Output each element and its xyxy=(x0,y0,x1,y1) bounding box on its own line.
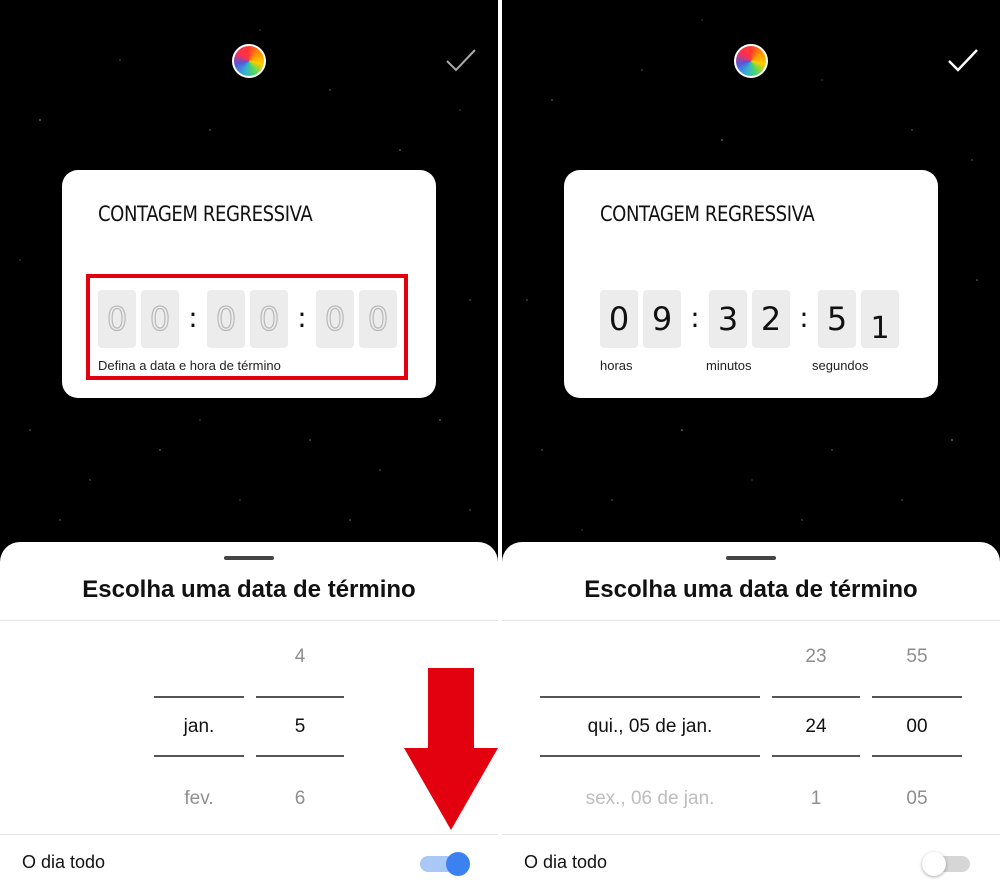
arrow-down-icon xyxy=(404,668,498,830)
day-prev: 4 xyxy=(294,646,306,667)
minute-next: 05 xyxy=(906,788,928,809)
digit: 1 xyxy=(861,290,899,348)
day-selected: 5 xyxy=(294,716,306,737)
toggle-knob xyxy=(922,852,946,876)
wheel-line xyxy=(540,755,760,757)
wheel-line xyxy=(772,696,860,698)
countdown-units: horas minutos segundos xyxy=(600,358,900,374)
wheel-line xyxy=(872,755,962,757)
colon-separator: : xyxy=(690,300,700,334)
checkmark-icon[interactable] xyxy=(946,46,980,74)
countdown-digits: 0 9 : 3 2 : 5 1 xyxy=(600,290,904,348)
month-selected: jan. xyxy=(183,716,215,737)
day-next: 6 xyxy=(294,788,306,809)
minute-selected: 00 xyxy=(906,716,928,737)
red-highlight-box xyxy=(86,274,408,380)
checkmark-icon[interactable] xyxy=(444,46,478,74)
divider xyxy=(0,834,498,835)
end-date-sheet: Escolha uma data de término qui., 05 de … xyxy=(502,542,1000,885)
digit: 5 xyxy=(818,290,856,348)
wheel-line xyxy=(154,755,244,757)
month-next: fev. xyxy=(184,788,214,809)
all-day-label: O dia todo xyxy=(22,852,106,872)
all-day-toggle[interactable] xyxy=(922,850,974,876)
date-next: sex., 06 de jan. xyxy=(585,788,715,809)
wheel-line xyxy=(772,755,860,757)
colon-separator: : xyxy=(799,300,809,334)
minute-prev: 55 xyxy=(906,646,928,667)
all-day-label: O dia todo xyxy=(524,852,608,872)
digit: 2 xyxy=(752,290,790,348)
divider xyxy=(502,834,1000,835)
divider xyxy=(0,620,498,621)
seconds-label: segundos xyxy=(812,358,869,373)
all-day-toggle[interactable] xyxy=(420,850,472,876)
color-wheel-icon[interactable] xyxy=(232,44,266,78)
digit: 9 xyxy=(643,290,681,348)
wheel-line xyxy=(256,696,344,698)
minutes-label: minutos xyxy=(706,358,752,373)
card-title: CONTAGEM REGRESSIVA xyxy=(98,202,313,226)
card-title: CONTAGEM REGRESSIVA xyxy=(600,202,815,226)
wheel-line xyxy=(872,696,962,698)
digit: 0 xyxy=(600,290,638,348)
hours-label: horas xyxy=(600,358,633,373)
wheel-line xyxy=(540,696,760,698)
hour-prev: 23 xyxy=(805,646,827,667)
wheel-line xyxy=(256,755,344,757)
date-selected: qui., 05 de jan. xyxy=(587,716,713,737)
hour-selected: 24 xyxy=(805,716,827,737)
countdown-card[interactable]: CONTAGEM REGRESSIVA 0 9 : 3 2 : 5 1 hora… xyxy=(564,170,938,398)
wheel-line xyxy=(154,696,244,698)
toggle-knob xyxy=(446,852,470,876)
right-screen: CONTAGEM REGRESSIVA 0 9 : 3 2 : 5 1 hora… xyxy=(502,0,1000,885)
sheet-title: Escolha uma data de término xyxy=(82,576,416,603)
hour-next: 1 xyxy=(810,788,822,809)
digit: 3 xyxy=(709,290,747,348)
color-wheel-icon[interactable] xyxy=(734,44,768,78)
